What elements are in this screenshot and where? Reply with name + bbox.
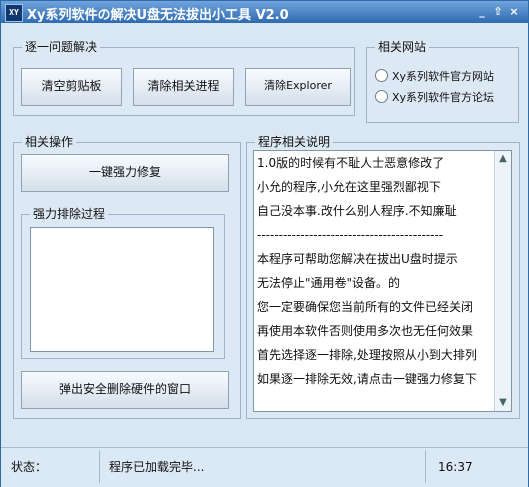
related-sites-title: 相关网站 [375,40,430,54]
official-site-radio[interactable]: Xy系列软件官方网站 [375,69,494,85]
app-icon: XY [5,4,23,22]
step-solve-title: 逐一问题解决 [22,40,101,54]
description-line: 本程序可帮助您解决在拔出U盘时提示 [257,252,458,266]
description-line: 1.0版的时候有不耻人士恶意修改了 [257,156,445,170]
status-separator [99,450,100,483]
scroll-down-icon[interactable]: ▼ [495,395,511,411]
description-line: 再使用本软件否则使用多次也无任何效果 [257,324,474,338]
clear-related-processes-button[interactable]: 清除相关进程 [133,68,234,106]
official-site-label: Xy系列软件官方网站 [392,70,495,83]
scroll-up-icon[interactable]: ▲ [495,151,511,167]
status-separator [425,450,426,483]
force-process-title: 强力排除过程 [30,207,109,221]
main-window: XY Xy系列软件の解决U盘无法拔出小工具 V2.0 _ ⇧ × 逐一问题解决 … [0,0,529,487]
program-description-title: 程序相关说明 [255,135,334,149]
description-line: 如果逐一排除无效,请点击一键强力修复下 [257,372,477,386]
description-line: 首先选择逐一排除,处理按照从小到大排列 [257,348,477,362]
related-operations-title: 相关操作 [22,135,77,149]
description-scrollbar[interactable]: ▲ ▼ [494,151,511,411]
minimize-icon[interactable]: _ [475,6,489,18]
force-process-list[interactable] [30,227,214,352]
status-message: 程序已加载完毕... [109,460,205,474]
window-title: Xy系列软件の解决U盘无法拔出小工具 V2.0 [27,8,289,23]
description-line: 无法停止"通用卷"设备。的 [257,276,401,290]
related-operations-group: 相关操作 一键强力修复 强力排除过程 弹出安全删除硬件的窗口 [13,135,241,419]
clear-explorer-button[interactable]: 清除Explorer [245,68,351,106]
title-bar[interactable]: XY Xy系列软件の解决U盘无法拔出小工具 V2.0 _ ⇧ × [1,1,528,23]
status-label: 状态： [11,460,48,474]
status-bar: 状态： 程序已加载完毕... 16:37 [1,447,528,487]
description-line: ----------------------------------------… [257,228,444,242]
official-forum-radio[interactable]: Xy系列软件官方论坛 [375,90,494,106]
status-time: 16:37 [438,460,473,474]
close-icon[interactable]: × [507,6,521,18]
description-line: 小允的程序,小允在这里强烈鄙视下 [257,180,441,194]
force-process-group: 强力排除过程 [21,207,225,359]
official-forum-label: Xy系列软件官方论坛 [392,91,495,104]
radio-button-icon[interactable] [375,90,388,103]
restore-icon[interactable]: ⇧ [491,6,505,18]
description-line: 您一定要确保您当前所有的文件已经关闭 [257,300,474,314]
radio-button-icon[interactable] [375,69,388,82]
description-line: 自己没本事.改什么别人程序.不知廉耻 [257,204,457,218]
one-click-force-fix-button[interactable]: 一键强力修复 [21,154,229,192]
description-lines: 1.0版的时候有不耻人士恶意修改了 小允的程序,小允在这里强烈鄙视下 自己没本事… [257,155,493,395]
related-sites-group: 相关网站 Xy系列软件官方网站 Xy系列软件官方论坛 [366,40,519,123]
step-solve-group: 逐一问题解决 清空剪贴板 清除相关进程 清除Explorer [13,40,355,116]
clear-clipboard-button[interactable]: 清空剪贴板 [21,68,122,106]
open-safe-remove-hardware-button[interactable]: 弹出安全删除硬件的窗口 [21,371,229,409]
program-description-text[interactable]: 1.0版的时候有不耻人士恶意修改了 小允的程序,小允在这里强烈鄙视下 自己没本事… [253,150,512,412]
